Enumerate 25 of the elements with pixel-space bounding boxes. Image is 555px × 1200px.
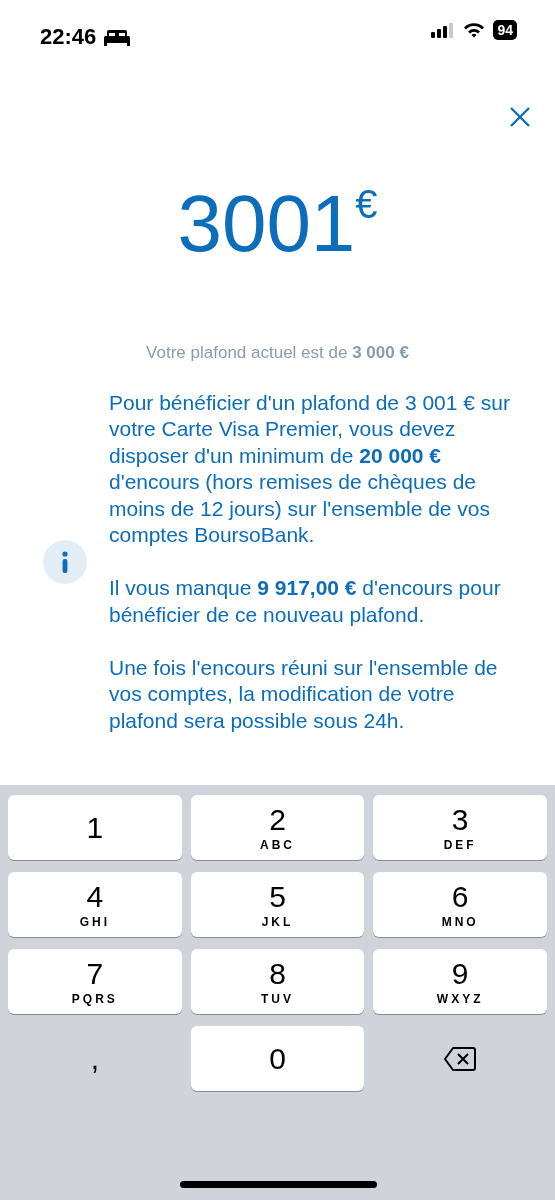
signal-icon [431, 22, 456, 38]
bed-icon [104, 27, 131, 46]
close-icon [509, 105, 531, 128]
info-paragraph: Une fois l'encours réuni sur l'ensemble de vos comptes, la modification de votre plafond sera possible sous 24h. [109, 654, 499, 734]
keypad-key[interactable]: , [8, 1026, 182, 1091]
info-paragraph: Il vous manque 9 917,00 € d'encours pour bénéficier de ce nouveau plafond. [109, 575, 502, 628]
info-glyph-icon [61, 550, 69, 573]
battery-indicator: 94 [493, 20, 517, 40]
keypad-key[interactable]: 4 GHI [8, 872, 182, 937]
keypad-key[interactable]: 8 TUV [190, 949, 365, 1014]
keypad-key[interactable]: 3 DEF [373, 795, 547, 860]
wifi-icon [463, 22, 486, 38]
keypad-key[interactable]: 0 [190, 1026, 365, 1091]
keypad-key[interactable]: 9 WXYZ [373, 949, 547, 1014]
currency-symbol: € [355, 182, 378, 226]
current-limit-text: Votre plafond actuel est de 3 000 € [145, 342, 410, 364]
keypad-key[interactable]: 6 MNO [373, 872, 547, 937]
info-paragraph: Pour bénéficier d'un plafond de 3 001 € sur votre Carte Visa Premier, vous devez disposer d'un minimum de 20 000 € d'encours (hors remises de chèques de moins de 12 jours) sur l'ensemble de vos comptes BoursoBank. [109, 389, 511, 548]
keypad-key[interactable]: 1 [8, 795, 182, 860]
keypad-key[interactable]: 7 PQRS [8, 949, 182, 1014]
backspace-icon [443, 1045, 478, 1072]
amount-value: 3001 [177, 179, 356, 268]
keypad-key[interactable]: 5 JKL [190, 872, 365, 937]
status-time: 22:46 [40, 23, 97, 51]
keypad-key[interactable]: 2 ABC [190, 795, 365, 860]
